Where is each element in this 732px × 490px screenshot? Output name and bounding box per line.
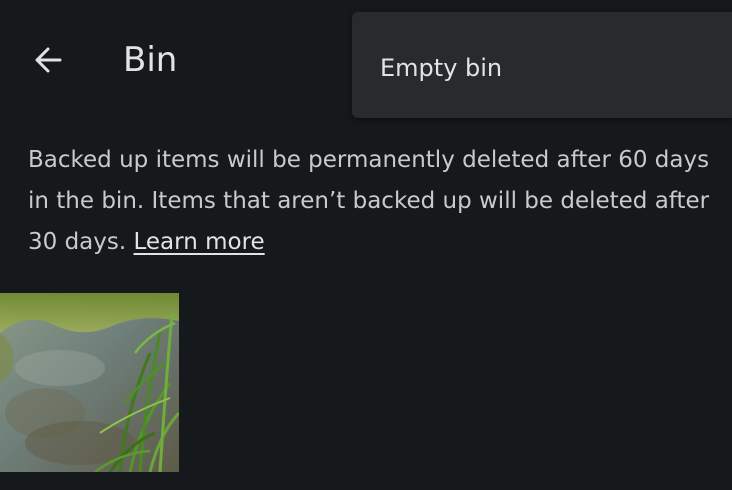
photo-thumbnail[interactable] bbox=[0, 293, 179, 472]
photo-image bbox=[0, 293, 179, 472]
empty-bin-menu-item[interactable]: Empty bin bbox=[352, 32, 732, 104]
bin-screen: Bin Backed up items will be permanently … bbox=[0, 0, 732, 490]
info-message: Backed up items will be permanently dele… bbox=[28, 140, 718, 263]
arrow-back-icon bbox=[35, 47, 62, 73]
info-message-text: Backed up items will be permanently dele… bbox=[28, 147, 710, 255]
back-button[interactable] bbox=[18, 30, 78, 90]
learn-more-link[interactable]: Learn more bbox=[134, 229, 265, 255]
overflow-menu: Empty bin bbox=[352, 12, 732, 118]
page-title: Bin bbox=[123, 40, 178, 80]
